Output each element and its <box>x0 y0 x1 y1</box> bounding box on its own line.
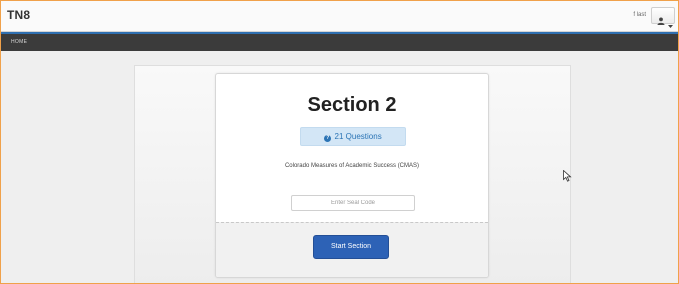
test-name: Colorado Measures of Academic Success (C… <box>284 163 420 169</box>
user-name[interactable]: f last <box>633 12 646 18</box>
top-bar: TN8 f last <box>1 1 678 32</box>
brand-logo: TN8 <box>7 8 31 22</box>
seal-code-input[interactable] <box>291 195 415 211</box>
app-window: TN8 f last HOME Section 2 ? 21 Questions <box>0 0 679 284</box>
card-footer: Start Section <box>216 222 488 277</box>
main-nav: HOME <box>1 32 678 51</box>
section-title: Section 2 <box>307 94 397 116</box>
mouse-cursor-icon <box>563 169 572 187</box>
section-card: Section 2 ? 21 Questions Colorado Measur… <box>215 73 489 278</box>
user-icon <box>657 12 665 30</box>
nav-home-link[interactable]: HOME <box>11 39 27 45</box>
caret-down-icon <box>668 15 673 33</box>
question-count-badge: ? 21 Questions <box>300 127 406 146</box>
question-count-label: 21 Questions <box>334 132 382 141</box>
info-circle-icon: ? <box>324 135 332 142</box>
user-menu-button[interactable] <box>651 7 675 28</box>
start-section-button[interactable]: Start Section <box>313 235 389 259</box>
